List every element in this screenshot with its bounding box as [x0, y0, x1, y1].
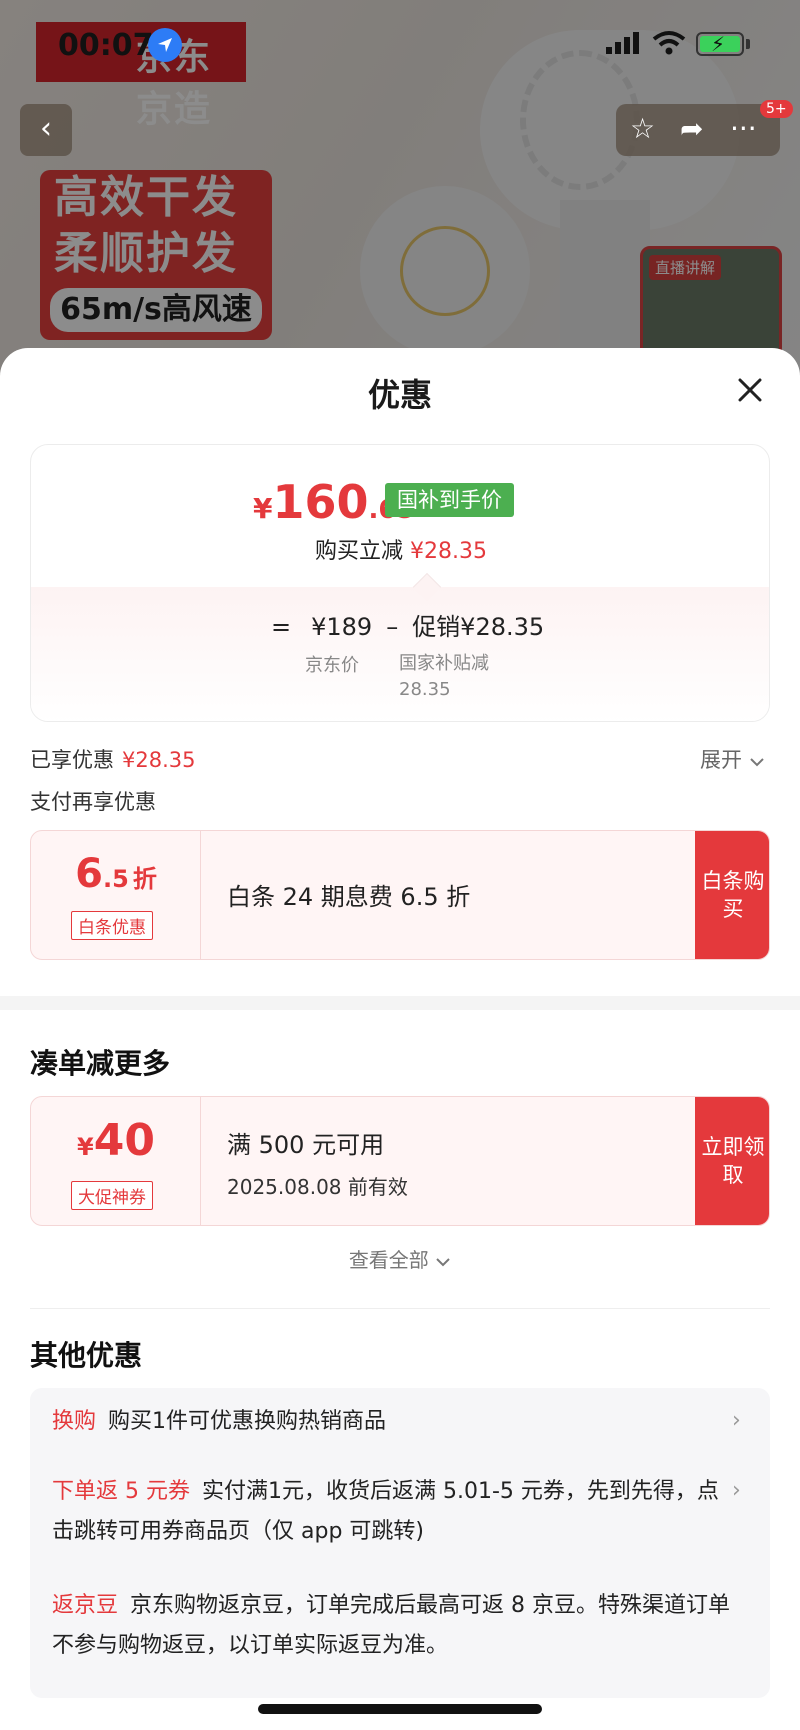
discount-sheet: 优惠 ¥160.65 国补到手价 购买立减 ¥28.35 =¥189–促销¥28…: [0, 348, 800, 1730]
expand-label: 展开: [700, 748, 742, 772]
subsidy-label: 国家补贴减 28.35: [399, 653, 489, 700]
other-discounts-title: 其他优惠: [30, 1339, 143, 1372]
chevron-left-icon: ‹: [40, 111, 52, 146]
currency-symbol: ¥: [253, 492, 273, 525]
location-icon: [148, 28, 182, 62]
jd-price-label: 京东价: [305, 655, 359, 676]
coupon-expiry: 2025.08.08 前有效: [227, 1175, 408, 1199]
coupon-card: ¥40 大促神券 满 500 元可用 2025.08.08 前有效 立即领取: [30, 1096, 770, 1226]
price-formula: = ¥189– 促销¥28.35: [271, 607, 544, 642]
divider-line: [30, 1308, 770, 1309]
view-all-label: 查看全部: [348, 1248, 429, 1272]
jd-price: ¥189: [311, 613, 373, 641]
other-discount-key: 换购: [52, 1409, 97, 1434]
chevron-right-icon[interactable]: ›: [732, 1478, 741, 1503]
top-action-bar: ☆ ➦ ···: [616, 104, 780, 156]
minus-sign: –: [386, 613, 399, 641]
other-discount-key: 下单返 5 元券: [52, 1479, 190, 1504]
other-discount-item[interactable]: 换购 购买1件可优惠换购热销商品: [52, 1402, 732, 1442]
baitiao-discount-value: 6.5 折: [31, 851, 201, 897]
chevron-down-icon: [749, 758, 764, 767]
battery-tip: [746, 39, 750, 49]
baitiao-tag: 白条优惠: [71, 911, 153, 940]
other-discount-text: 京东购物返京豆，订单完成后最高可返 8 京豆。特殊渠道订单不参与购物返豆，以订单…: [52, 1593, 731, 1658]
pay-more-label: 支付再享优惠: [30, 790, 156, 814]
sheet-title: 优惠: [367, 376, 432, 414]
other-discount-item[interactable]: 下单返 5 元券 实付满1元，收货后返满 5.01-5 元券，先到先得，点击跳转可…: [52, 1472, 732, 1552]
back-button[interactable]: ‹: [20, 104, 72, 156]
section-divider: [0, 996, 800, 1010]
instant-label: 购买立减: [315, 539, 404, 564]
status-bar: 00:07 ⚡: [0, 0, 800, 90]
share-icon[interactable]: ➦: [680, 112, 703, 145]
more-discount-title: 凑单减更多: [30, 1047, 171, 1080]
chevron-down-icon: [436, 1258, 450, 1267]
coupon-tag: 大促神券: [71, 1181, 153, 1210]
baitiao-value-main: 6: [75, 851, 103, 897]
promo-deduction: 促销¥28.35: [412, 613, 545, 641]
baitiao-buy-button[interactable]: 白条购买: [695, 831, 769, 959]
coupon-value: ¥40: [31, 1115, 201, 1166]
subsidy-price-tag: 国补到手价: [385, 483, 514, 517]
enjoyed-label: 已享优惠: [30, 748, 114, 772]
signal-icon: [606, 32, 639, 54]
view-all-button[interactable]: 查看全部: [0, 1244, 800, 1273]
enjoyed-discount: 已享优惠 ¥28.35: [30, 744, 195, 774]
status-time: 00:07: [58, 28, 154, 63]
message-badge: 5+: [760, 100, 793, 118]
other-discount-key: 返京豆: [52, 1593, 119, 1618]
home-indicator[interactable]: [258, 1704, 542, 1714]
claim-coupon-button[interactable]: 立即领取: [695, 1097, 769, 1225]
baitiao-description: 白条 24 期息费 6.5 折: [227, 883, 471, 911]
coupon-value-area: ¥40 大促神券: [31, 1097, 201, 1225]
baitiao-offer-card: 6.5 折 白条优惠 白条 24 期息费 6.5 折 白条购买: [30, 830, 770, 960]
expand-button[interactable]: 展开: [700, 744, 765, 774]
coupon-threshold: 满 500 元可用: [227, 1131, 385, 1159]
wifi-icon: [652, 31, 686, 55]
price-breakdown-card: ¥160.65 国补到手价 购买立减 ¥28.35 =¥189–促销¥28.35…: [30, 444, 770, 722]
more-icon[interactable]: ···: [730, 112, 757, 145]
other-discount-text: 购买1件可优惠换购热销商品: [108, 1409, 387, 1434]
equals-sign: =: [271, 613, 292, 641]
baitiao-value-dec: .5: [103, 865, 129, 893]
instant-value: ¥28.35: [410, 539, 487, 564]
other-discount-item: 返京豆 京东购物返京豆，订单完成后最高可返 8 京豆。特殊渠道订单不参与购物返豆，…: [52, 1586, 732, 1666]
baitiao-value-unit: 折: [132, 865, 157, 893]
chevron-right-icon[interactable]: ›: [732, 1408, 741, 1433]
enjoyed-value: ¥28.35: [122, 748, 196, 772]
baitiao-value-area: 6.5 折 白条优惠: [31, 831, 201, 959]
other-discounts-panel: 换购 购买1件可优惠换购热销商品 › 下单返 5 元券 实付满1元，收货后返满 5.…: [30, 1388, 770, 1698]
instant-discount: 购买立减 ¥28.35: [31, 533, 769, 565]
price-integer: 160: [272, 475, 369, 529]
coupon-amount: 40: [93, 1115, 155, 1166]
coupon-currency: ¥: [77, 1133, 94, 1161]
close-icon[interactable]: [730, 370, 770, 410]
star-icon[interactable]: ☆: [630, 112, 655, 145]
battery-icon: ⚡: [696, 32, 744, 56]
